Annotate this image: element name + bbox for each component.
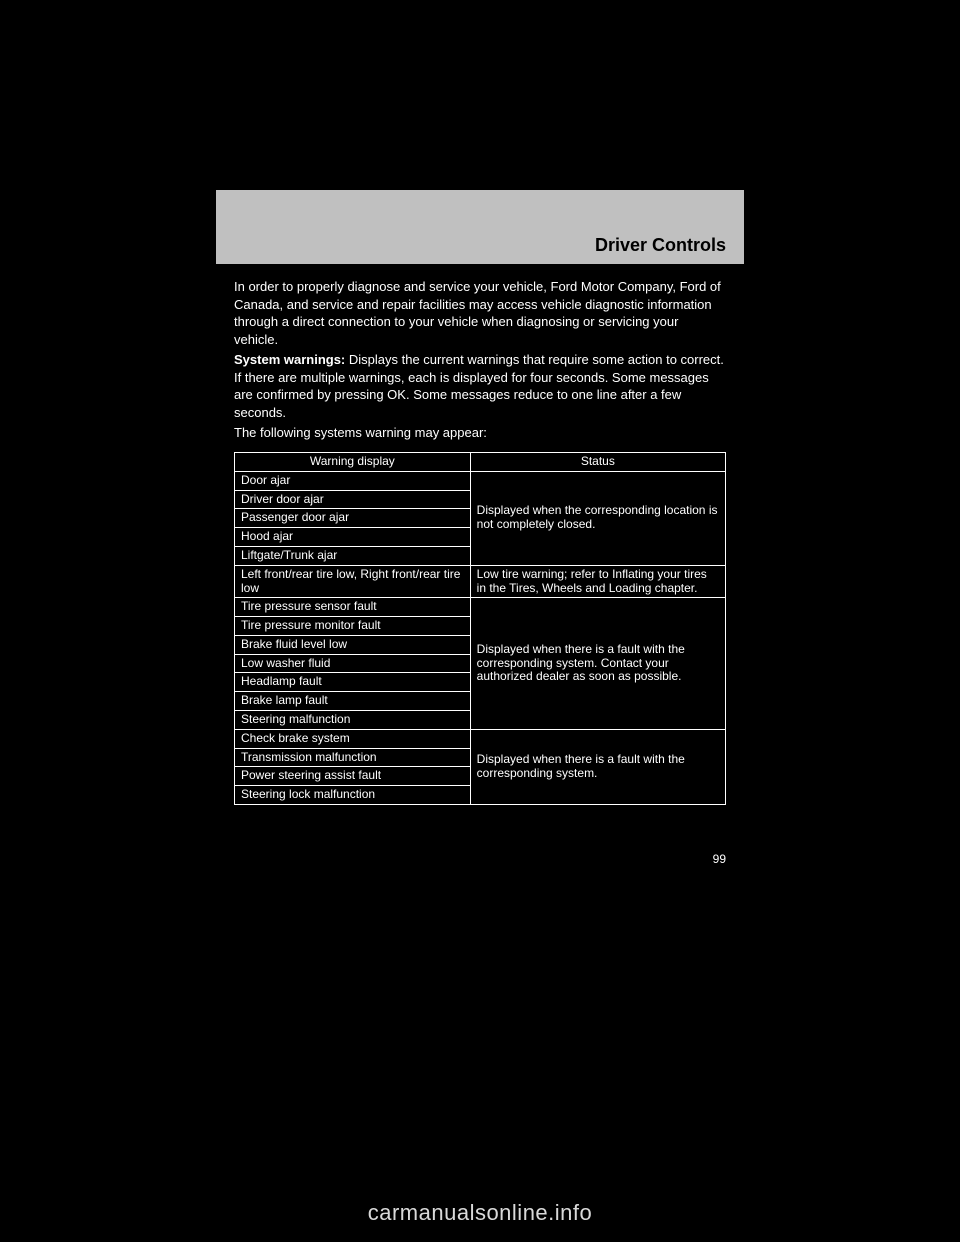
table-row: Door ajar Displayed when the correspondi…: [235, 471, 726, 490]
warning-cell: Transmission malfunction: [235, 748, 471, 767]
status-text: Low tire warning; refer to Inflating you…: [477, 567, 707, 595]
col-header-warning: Warning display: [235, 452, 471, 471]
watermark-text: carmanualsonline.info: [0, 1200, 960, 1226]
col-header-status: Status: [470, 452, 725, 471]
table-row: Check brake system Displayed when there …: [235, 729, 726, 748]
table-row: Tire pressure sensor fault Displayed whe…: [235, 598, 726, 617]
warning-cell: Steering lock malfunction: [235, 786, 471, 805]
status-cell: Displayed when there is a fault with the…: [470, 598, 725, 730]
warning-cell: Steering malfunction: [235, 711, 471, 730]
table-header-row: Warning display Status: [235, 452, 726, 471]
warning-cell: Liftgate/Trunk ajar: [235, 546, 471, 565]
warning-cell: Hood ajar: [235, 528, 471, 547]
warning-cell: Power steering assist fault: [235, 767, 471, 786]
intro-paragraph-3: The following systems warning may appear…: [234, 424, 726, 442]
system-warnings-label: System warnings:: [234, 352, 345, 367]
warning-cell: Brake lamp fault: [235, 692, 471, 711]
intro-paragraph-2: System warnings: Displays the current wa…: [234, 351, 726, 421]
table-row: Left front/rear tire low, Right front/re…: [235, 565, 726, 598]
body-text-block: In order to properly diagnose and servic…: [216, 264, 744, 442]
section-header-bar: Driver Controls: [216, 190, 744, 264]
warning-cell: Door ajar: [235, 471, 471, 490]
warning-cell: Low washer fluid: [235, 654, 471, 673]
warning-cell: Tire pressure sensor fault: [235, 598, 471, 617]
warning-cell: Headlamp fault: [235, 673, 471, 692]
warning-cell: Passenger door ajar: [235, 509, 471, 528]
warning-cell: Check brake system: [235, 729, 471, 748]
page-number: 99: [713, 852, 726, 866]
warning-cell: Driver door ajar: [235, 490, 471, 509]
status-cell: Low tire warning; refer to Inflating you…: [470, 565, 725, 598]
manual-page: Driver Controls In order to properly dia…: [216, 190, 744, 872]
warning-cell: Brake fluid level low: [235, 635, 471, 654]
warnings-table: Warning display Status Door ajar Display…: [234, 452, 726, 805]
intro-paragraph-1: In order to properly diagnose and servic…: [234, 278, 726, 348]
status-cell: Displayed when the corresponding locatio…: [470, 471, 725, 565]
warning-cell: Tire pressure monitor fault: [235, 617, 471, 636]
status-cell: Displayed when there is a fault with the…: [470, 729, 725, 804]
section-title: Driver Controls: [595, 235, 726, 256]
warning-cell: Left front/rear tire low, Right front/re…: [235, 565, 471, 598]
